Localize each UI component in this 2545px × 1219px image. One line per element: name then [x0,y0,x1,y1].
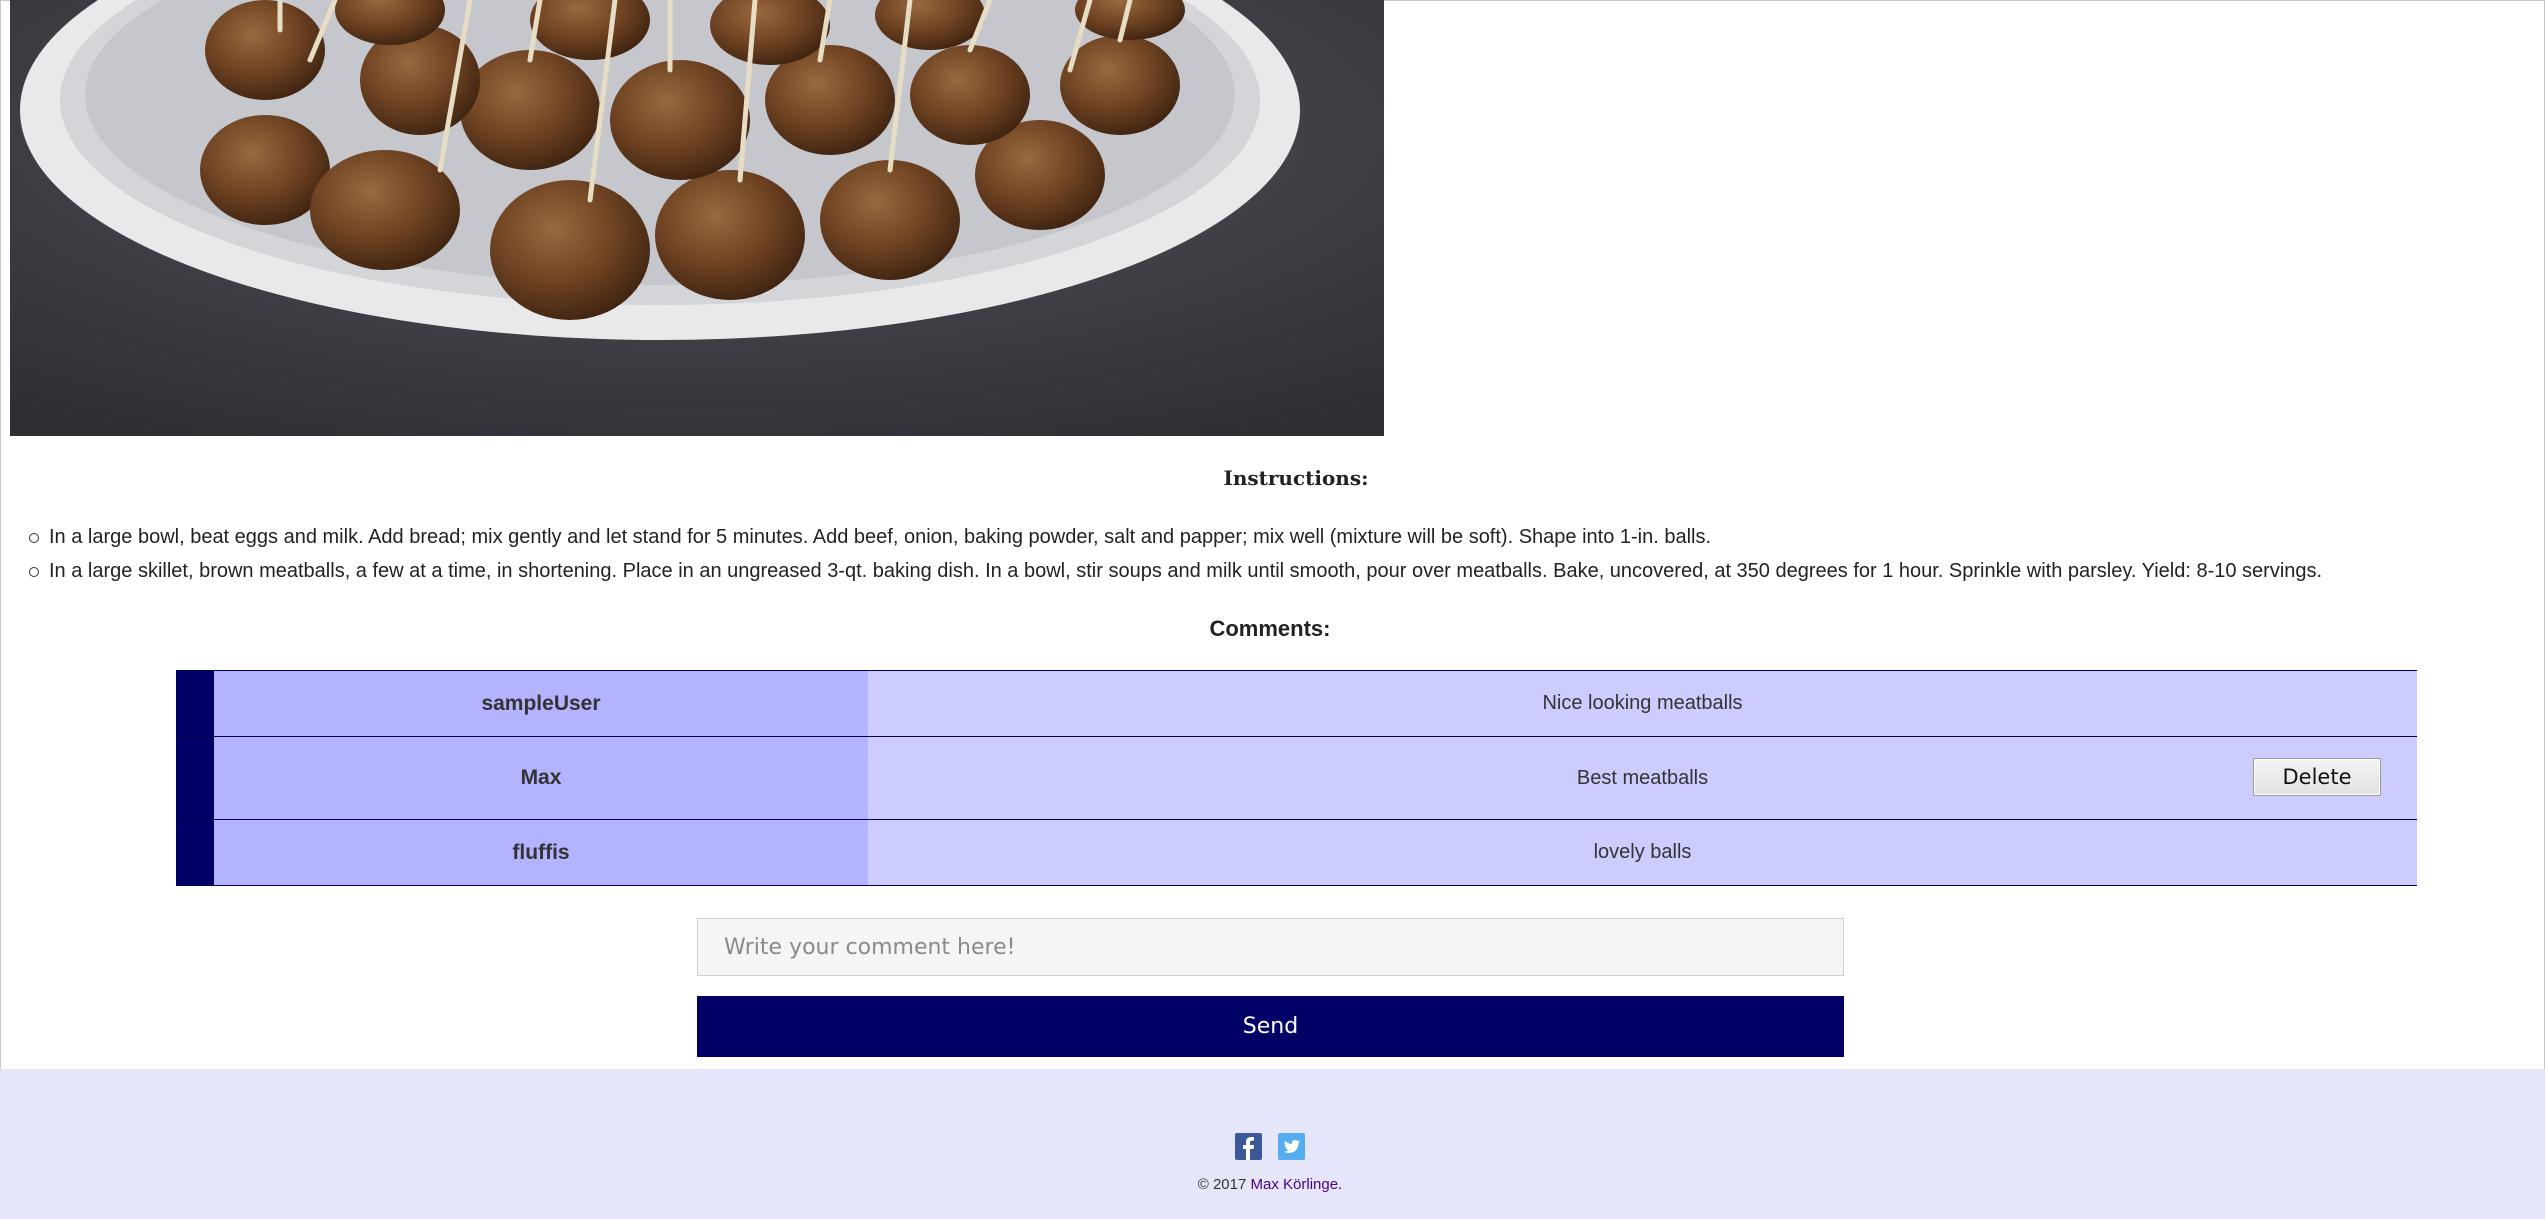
comment-row: sampleUser Nice looking meatballs [176,671,2417,737]
copyright: © 2017 Max Körlinge. [0,1176,2540,1193]
comment-input[interactable] [697,918,1844,976]
footer: © 2017 Max Körlinge. [0,1069,2545,1219]
comment-author: sampleUser [214,671,868,736]
comments-table: sampleUser Nice looking meatballs Max Be… [176,670,2417,886]
comment-row: fluffis lovely balls [176,820,2417,886]
comment-author: fluffis [214,820,868,885]
comment-text: Nice looking meatballs [868,671,2417,736]
row-stripe [176,671,214,736]
recipe-photo [10,0,1384,436]
comment-text: Best meatballs [868,737,2417,819]
comment-author: Max [214,737,868,819]
facebook-icon[interactable] [1235,1133,1262,1160]
row-stripe [176,737,214,819]
delete-comment-button[interactable]: Delete [2253,758,2381,796]
comment-row: Max Best meatballs Delete [176,737,2417,820]
send-button[interactable]: Send [697,996,1844,1057]
author-link[interactable]: Max Körlinge. [1251,1176,1343,1193]
instructions-title: Instructions: [1223,466,1369,490]
copyright-prefix: © 2017 [1197,1176,1251,1193]
social-links [0,1133,2540,1160]
comment-text: lovely balls [868,820,2417,885]
comments-title: Comments: [1209,616,1331,641]
row-stripe [176,820,214,885]
instruction-step: In a large skillet, brown meatballs, a f… [28,554,2508,588]
instructions-list: In a large bowl, beat eggs and milk. Add… [28,520,2508,588]
instruction-step: In a large bowl, beat eggs and milk. Add… [28,520,2508,554]
twitter-icon[interactable] [1278,1133,1305,1160]
